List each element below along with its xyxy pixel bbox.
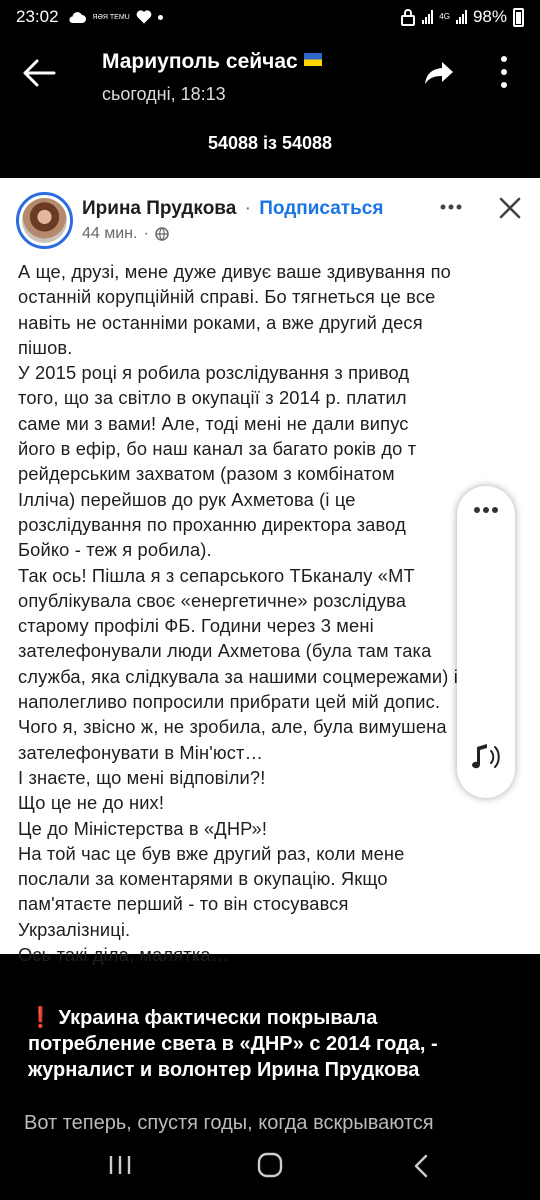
message-line: потребление света в «ДНР» с 2014 года, -	[28, 1033, 438, 1055]
message-teaser: Вот теперь, спустя годы, когда вскрывают…	[24, 1112, 434, 1134]
battery-percent: 98%	[472, 7, 507, 26]
more-vertical-icon[interactable]	[494, 54, 514, 90]
media-counter: 54088 із 54088	[207, 133, 333, 153]
lock-icon	[401, 9, 416, 26]
exclamation-icon: ❗	[28, 1007, 53, 1029]
post-text-line: послали за коментарями в окупацію. Якщо	[18, 868, 388, 890]
post-text-line: пішов.	[18, 336, 73, 358]
message-text: ❗ Украина фактически покрывала потреблен…	[28, 1005, 518, 1083]
post-text-line: рейдерським захватом (разом з комбінатом	[18, 463, 395, 485]
post-text-line: навіть не останніми роками, а вже другий…	[18, 311, 423, 333]
globe-icon	[155, 227, 169, 241]
temu-badge: ЯӘЯ TEMU	[92, 13, 130, 21]
chat-title: Мариуполь сейчас	[102, 50, 322, 74]
battery-icon	[513, 7, 524, 27]
chat-header: Мариуполь сейчас сьогодні, 18:13	[0, 34, 540, 114]
post-text: А ще, друзі, мене дуже дивує ваше здивув…	[18, 259, 530, 967]
post-text-line: А ще, друзі, мене дуже дивує ваше здивув…	[18, 261, 451, 282]
post-text-line: зателефонували люди Ахметова (була там т…	[18, 640, 432, 662]
separator: ·	[143, 225, 149, 242]
post-text-line: його в ефір, бо наш канал за багато рокі…	[18, 438, 417, 460]
post-text-line: саме ми з вами! Але, тоді мені не дали в…	[18, 412, 409, 434]
home-icon[interactable]	[257, 1152, 283, 1178]
author-name[interactable]: Ирина Прудкова	[82, 198, 236, 219]
post-text-line: пам'ятаєте перший - то він стосувався	[18, 893, 349, 915]
follow-button[interactable]: Подписаться	[259, 198, 383, 219]
post-text-line: На той час це був вже другий раз, коли м…	[18, 842, 405, 864]
post-time[interactable]: 44 мин.	[82, 225, 137, 243]
post-text-line: наполегливо попросили прибрати цей мій д…	[18, 691, 441, 713]
post-text-line: Чого я, звісно ж, не зробила, але, була …	[18, 716, 447, 738]
back-arrow-icon[interactable]	[22, 58, 56, 88]
signal-icon	[422, 10, 434, 24]
notification-dot-icon	[157, 14, 163, 20]
message-line: Украина фактически покрывала	[58, 1007, 378, 1029]
post-text-line: старому профілі ФБ. Години через 3 мені	[18, 615, 374, 637]
post-text-line: зателефонувати в Мін'юст…	[18, 741, 264, 763]
more-horizontal-icon[interactable]	[440, 202, 462, 212]
post-text-line: Укрзалізниці.	[18, 918, 131, 940]
post-text-line: опублікувала своє «енергетичне» розсліду…	[18, 589, 407, 611]
network-type: 4G	[439, 12, 450, 21]
post-card: Ирина Прудкова · Подписаться 44 мин. · А…	[0, 178, 540, 965]
share-icon[interactable]	[424, 60, 454, 86]
audio-note-icon[interactable]	[469, 741, 503, 771]
avatar[interactable]	[16, 192, 73, 249]
recent-apps-icon[interactable]	[108, 1154, 132, 1176]
post-text-line: Ось такі діла, малятка…	[18, 944, 230, 966]
back-icon[interactable]	[413, 1154, 429, 1178]
cloud-icon	[69, 12, 86, 23]
message-line: журналист и волонтер Ирина Прудкова	[28, 1059, 420, 1081]
post-text-line: останній корупційній справі. Бо тягнетьс…	[18, 286, 436, 308]
post-text-line: Ілліча) перейшов до рук Ахметова (і це	[18, 488, 356, 510]
system-nav-bar	[0, 1134, 540, 1200]
post-text-line: служба, яка слідкувала за нашими соцмере…	[18, 665, 458, 687]
signal-icon	[455, 10, 467, 24]
author-line: Ирина Прудкова · Подписаться	[82, 198, 383, 220]
more-horizontal-icon[interactable]	[474, 506, 498, 514]
status-bar: 23:02 ЯӘЯ TEMU 4G 98%	[0, 0, 540, 34]
post-text-line: І знаєте, що мені відповіли?!	[18, 766, 266, 788]
heart-icon	[136, 10, 152, 24]
post-text-line: У 2015 році я робила розслідування з при…	[18, 362, 410, 384]
post-text-line: Бойко - теж я робила).	[18, 539, 212, 561]
post-text-line: розслідування по проханню директора заво…	[18, 513, 406, 535]
post-text-line: Що це не до них!	[18, 792, 165, 814]
separator: ·	[244, 198, 251, 219]
ukraine-flag-icon	[303, 53, 322, 66]
post-text-line: того, що за світло в окупації з 2014 р. …	[18, 387, 407, 409]
post-meta: 44 мин. ·	[82, 225, 169, 243]
status-time: 23:02	[16, 7, 59, 26]
post-text-line: Це до Міністерства в «ДНР»!	[18, 817, 268, 839]
media-control-pill[interactable]	[457, 486, 515, 798]
chat-subtitle: сьогодні, 18:13	[102, 84, 226, 104]
close-icon[interactable]	[499, 197, 521, 219]
post-text-line: Так ось! Пішла я з сепарського ТБканалу …	[18, 564, 415, 586]
